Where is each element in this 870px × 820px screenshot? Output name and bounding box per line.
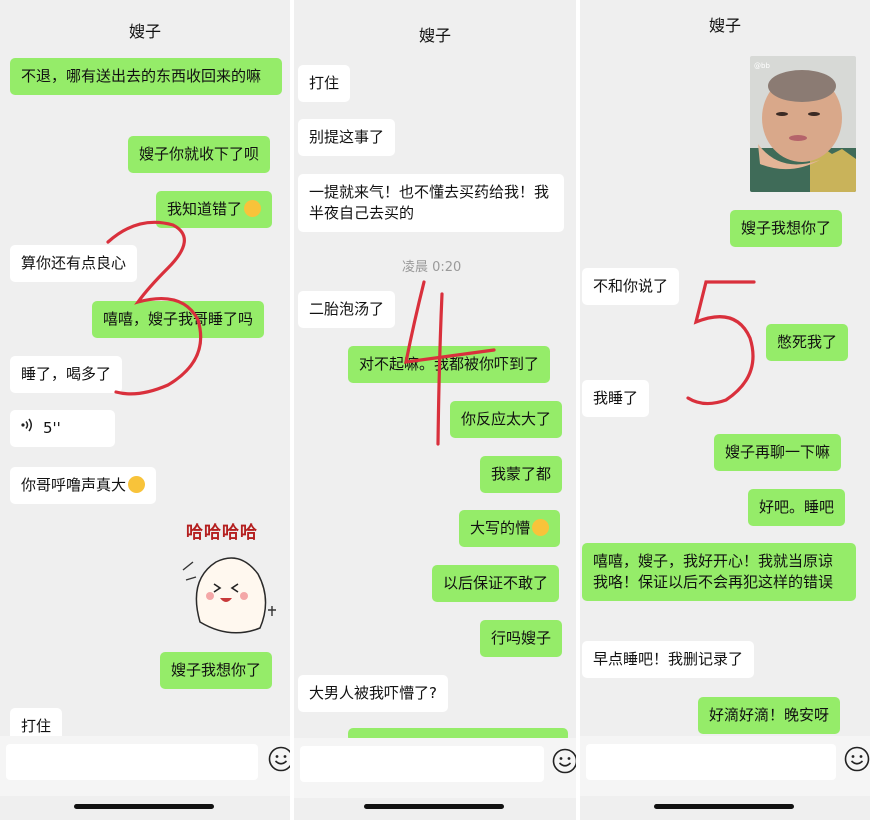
message-bubble[interactable]: 对不起嘛。我都被你吓到了: [348, 346, 551, 383]
sticker-image[interactable]: 哈哈哈哈: [180, 518, 280, 638]
message-bubble[interactable]: 打住: [298, 65, 351, 102]
svg-text:@bb: @bb: [754, 62, 770, 70]
voice-message-bubble[interactable]: 5'': [10, 410, 115, 447]
message-bubble[interactable]: 好滴好滴！晚安呀: [698, 697, 841, 734]
smiley-icon[interactable]: [268, 746, 290, 772]
chat-title: 嫂子: [418, 26, 451, 45]
chat-panel-3: 嫂子 @bb 嫂子我想你了 不和你说了 憋死我了 我睡了 嫂子再聊一下嘛 好吧。…: [580, 0, 870, 820]
message-bubble[interactable]: 嫂子再聊一下嘛: [714, 434, 842, 471]
voice-wave-icon: [21, 418, 35, 439]
chubby-kid-photo-icon: @bb: [750, 56, 856, 192]
message-bubble[interactable]: 行吗嫂子: [480, 620, 563, 657]
message-bubble[interactable]: 好吧。睡吧: [748, 489, 846, 526]
message-input[interactable]: [6, 744, 258, 780]
sad-face-emoji-icon: [244, 200, 262, 217]
chat-panel-1: 嫂子 不退，哪有送出去的东西收回来的嘛 嫂子你就收下了呗 我知道错了 算你还有点…: [0, 0, 290, 820]
dumpling-character-icon: [182, 557, 276, 634]
message-bubble[interactable]: 我蒙了都: [480, 456, 563, 493]
input-bar: [0, 736, 290, 809]
home-indicator[interactable]: [654, 804, 794, 809]
message-input[interactable]: [586, 744, 836, 780]
input-bar: [580, 736, 870, 809]
smiley-icon[interactable]: [844, 746, 870, 772]
photo-message[interactable]: @bb: [750, 56, 856, 192]
home-indicator[interactable]: [364, 804, 504, 809]
voice-duration: 5'': [43, 419, 61, 437]
message-bubble[interactable]: 别提这事了: [298, 119, 396, 156]
message-bubble[interactable]: 算你还有点良心: [10, 245, 138, 282]
message-bubble[interactable]: 以后保证不敢了: [432, 565, 560, 602]
message-bubble[interactable]: 憋死我了: [766, 324, 849, 361]
message-bubble[interactable]: 你反应太大了: [450, 401, 563, 438]
timestamp: 凌晨 0:20: [402, 260, 462, 275]
message-bubble[interactable]: 嘻嘻，嫂子我哥睡了吗: [92, 301, 265, 338]
surprised-face-emoji-icon: [532, 519, 550, 536]
message-bubble[interactable]: 你哥呼噜声真大: [10, 467, 157, 504]
message-bubble[interactable]: 嫂子我想你了: [160, 652, 273, 689]
input-bar: [294, 738, 576, 809]
chat-title: 嫂子: [128, 22, 161, 41]
message-bubble[interactable]: 大写的懵: [459, 510, 561, 547]
message-input[interactable]: [300, 746, 544, 782]
home-indicator[interactable]: [74, 804, 214, 809]
message-bubble[interactable]: 嫂子你就收下了呗: [128, 136, 271, 173]
message-bubble[interactable]: 嫂子我想你了: [730, 210, 843, 247]
message-bubble[interactable]: 我睡了: [582, 380, 650, 417]
message-bubble[interactable]: 嘻嘻，嫂子，我好开心！我就当原谅我咯！保证以后不会再犯这样的错误: [582, 543, 856, 601]
message-bubble[interactable]: 早点睡吧！我删记录了: [582, 641, 755, 678]
message-bubble[interactable]: 睡了，喝多了: [10, 356, 123, 393]
message-bubble[interactable]: 我知道错了: [156, 191, 273, 228]
drooling-face-emoji-icon: [128, 476, 146, 493]
message-bubble[interactable]: 大男人被我吓懵了?: [298, 675, 448, 712]
message-bubble[interactable]: 一提就来气！也不懂去买药给我！我半夜自己去买的: [298, 174, 564, 232]
chat-title: 嫂子: [708, 16, 741, 35]
message-bubble[interactable]: 不和你说了: [582, 268, 680, 305]
message-bubble[interactable]: 二胎泡汤了: [298, 291, 396, 328]
message-bubble[interactable]: 不退，哪有送出去的东西收回来的嘛: [10, 58, 282, 95]
chat-panel-2: 嫂子 打住 别提这事了 一提就来气！也不懂去买药给我！我半夜自己去买的 凌晨 0…: [294, 0, 576, 820]
smiley-icon[interactable]: [552, 748, 576, 774]
